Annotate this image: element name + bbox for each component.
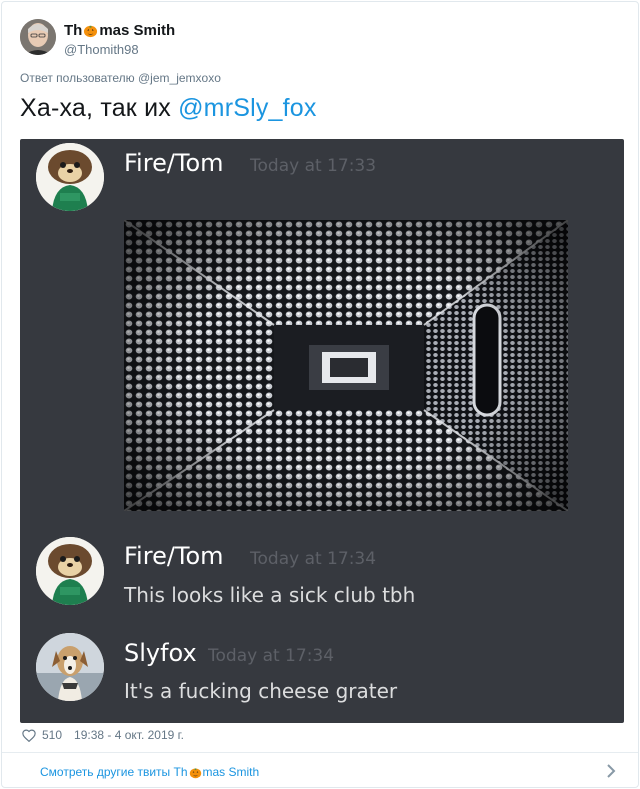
author-name-end: mas Smith bbox=[99, 22, 176, 39]
author-avatar[interactable] bbox=[20, 19, 56, 55]
mention-link[interactable]: @mrSly_fox bbox=[178, 94, 317, 122]
discord-screenshot[interactable]: Fire/Tom Today at 17:33 Fire/Tom Today a… bbox=[20, 139, 624, 723]
message-author[interactable]: Fire/Tom bbox=[124, 542, 224, 570]
tweet-text-body: Ха-ха, так их bbox=[20, 94, 179, 122]
message-author[interactable]: Fire/Tom bbox=[124, 149, 224, 177]
tweet-text: Ха-ха, так их @mrSly_fox bbox=[20, 94, 317, 123]
message-text: This looks like a sick club tbh bbox=[124, 583, 416, 607]
like-count[interactable]: 510 bbox=[42, 728, 62, 742]
message-time: Today at 17:33 bbox=[250, 156, 377, 176]
avatar-firetom bbox=[36, 143, 104, 211]
message-author[interactable]: Slyfox bbox=[124, 639, 197, 667]
message-text: It's a fucking cheese grater bbox=[124, 679, 398, 703]
tweet-stats: 510 19:38 - 4 окт. 2019 г. bbox=[22, 728, 184, 742]
cheese-grater-image[interactable] bbox=[124, 220, 568, 511]
more-tweets-label-end: mas Smith bbox=[202, 765, 260, 779]
divider bbox=[2, 752, 638, 753]
avatar-slyfox bbox=[36, 633, 104, 701]
pumpkin-icon bbox=[189, 767, 201, 778]
reply-context[interactable]: Ответ пользователю @jem_jemxoxo bbox=[20, 71, 221, 85]
author-name-start: Th bbox=[64, 22, 83, 39]
message-time: Today at 17:34 bbox=[250, 549, 377, 569]
tweet-timestamp[interactable]: 19:38 - 4 окт. 2019 г. bbox=[74, 728, 184, 742]
heart-icon[interactable] bbox=[22, 729, 36, 742]
tweet-card: Th mas Smith @Thomith98 Ответ пользовате… bbox=[1, 1, 639, 788]
message-time: Today at 17:34 bbox=[208, 646, 335, 666]
more-tweets-label-start: Смотреть другие твиты Th bbox=[40, 765, 188, 779]
pumpkin-icon bbox=[84, 25, 98, 38]
chevron-right-icon[interactable] bbox=[604, 762, 618, 780]
more-tweets-link[interactable]: Смотреть другие твиты Th mas Smith bbox=[40, 765, 259, 779]
avatar-firetom bbox=[36, 537, 104, 605]
author-handle[interactable]: @Thomith98 bbox=[64, 42, 139, 57]
author-name[interactable]: Th mas Smith bbox=[64, 22, 175, 39]
